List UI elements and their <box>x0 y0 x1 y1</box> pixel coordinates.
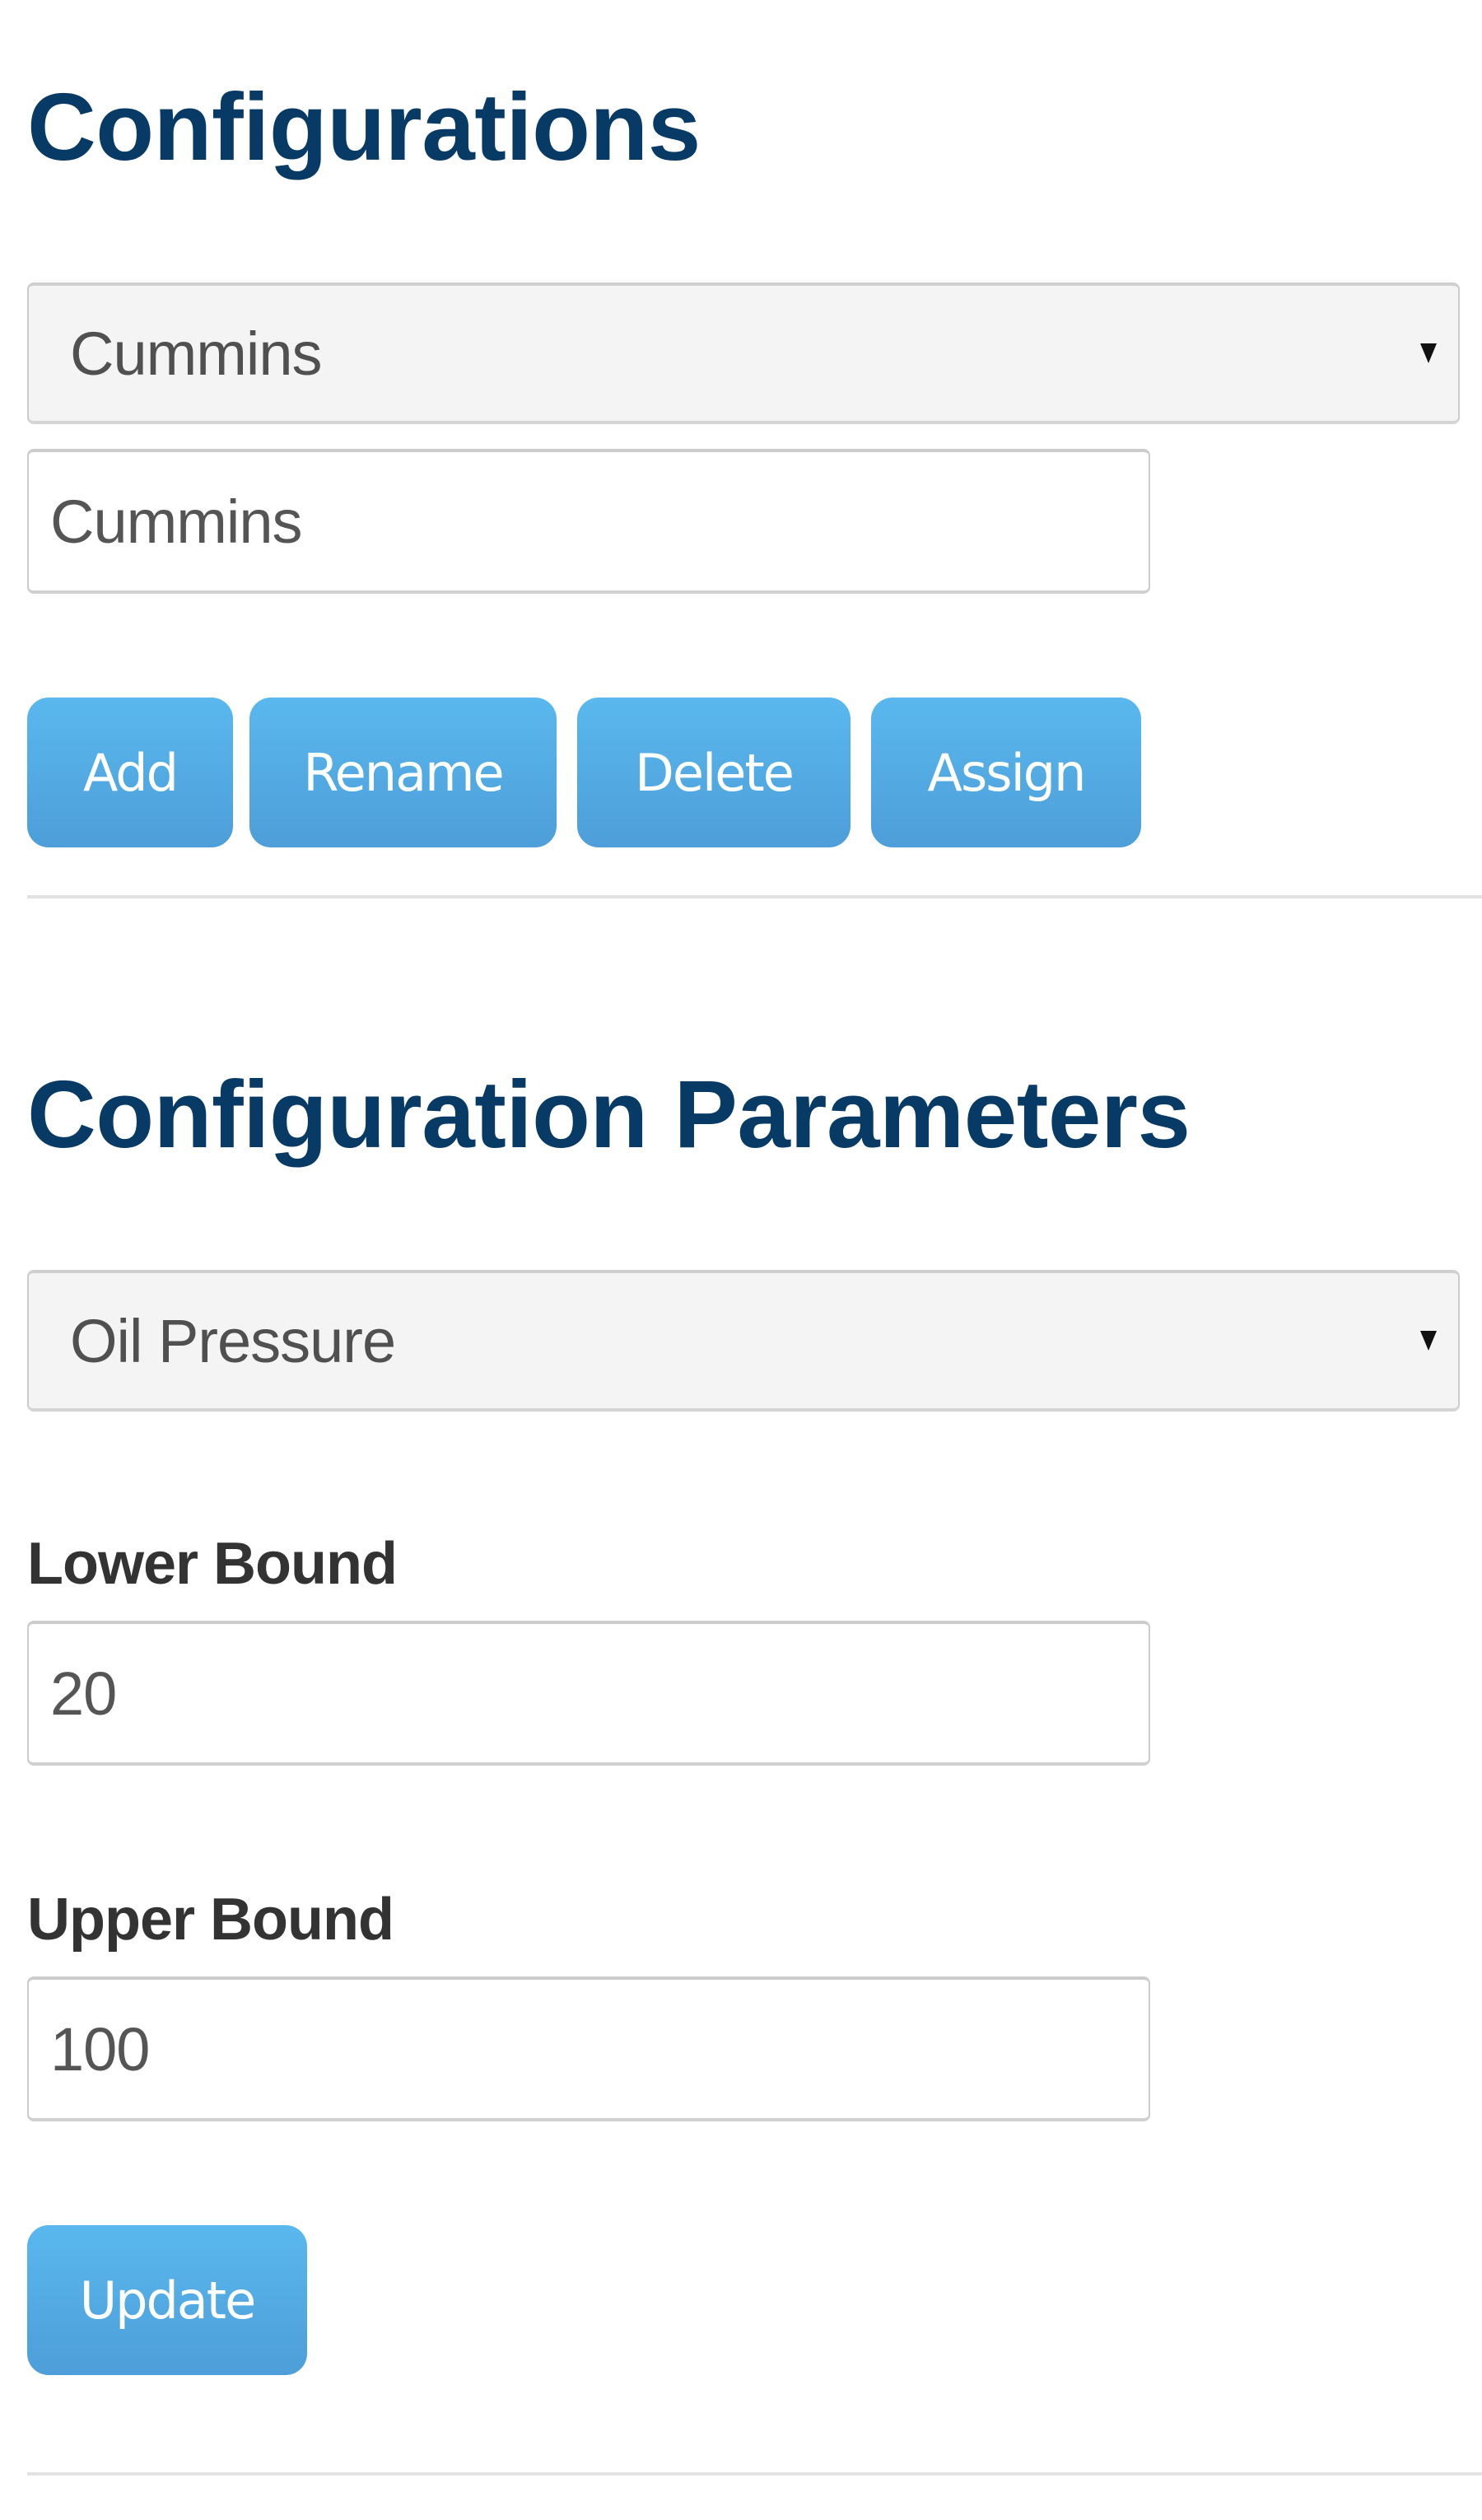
update-button[interactable]: Update <box>27 2225 307 2375</box>
configurations-heading: Configurations <box>27 73 701 180</box>
upper-bound-input[interactable] <box>27 1976 1150 2121</box>
lower-bound-label: Lower Bound <box>27 1531 398 1597</box>
assign-button[interactable]: Assign <box>871 698 1141 847</box>
add-button[interactable]: Add <box>27 698 233 847</box>
section-divider <box>27 895 1482 898</box>
rename-button[interactable]: Rename <box>249 698 557 847</box>
dropdown-caret-icon <box>1420 1331 1437 1351</box>
delete-button[interactable]: Delete <box>577 698 851 847</box>
upper-bound-label: Upper Bound <box>27 1887 394 1953</box>
section-divider <box>27 2472 1482 2476</box>
configuration-select[interactable]: Cummins <box>27 282 1460 424</box>
parameter-select-value: Oil Pressure <box>70 1306 396 1375</box>
configuration-parameters-heading: Configuration Parameters <box>27 1061 1191 1168</box>
configuration-page: Configurations Cummins Add Rename Delete… <box>0 0 1482 2520</box>
parameter-select[interactable]: Oil Pressure <box>27 1270 1460 1412</box>
lower-bound-input[interactable] <box>27 1621 1150 1766</box>
configuration-select-value: Cummins <box>70 319 322 388</box>
dropdown-caret-icon <box>1420 343 1437 363</box>
configuration-name-input[interactable] <box>27 449 1150 594</box>
